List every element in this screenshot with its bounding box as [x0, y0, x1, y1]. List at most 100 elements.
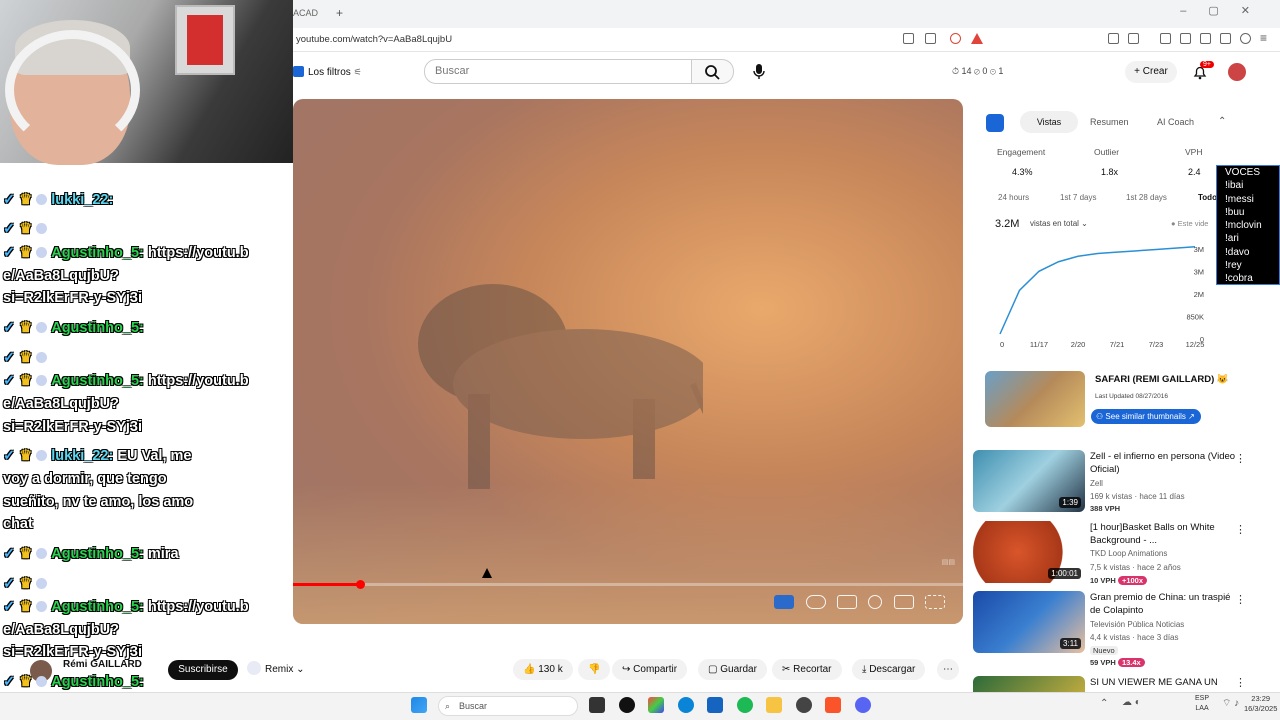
share-page-icon[interactable]: [925, 33, 936, 44]
video-player[interactable]: ▤▤: [293, 99, 963, 624]
wallet-icon[interactable]: [1200, 33, 1211, 44]
brave-rewards-icon[interactable]: [971, 33, 983, 44]
badge-icon: [36, 352, 48, 363]
cast-icon[interactable]: [903, 33, 914, 44]
network-volume-icon[interactable]: ⌔ ♪: [1222, 697, 1239, 710]
more-actions-button[interactable]: ⋯: [937, 659, 959, 680]
browser-tab[interactable]: ACAD: [293, 4, 333, 24]
discord-icon[interactable]: [855, 697, 871, 713]
subtitles-icon[interactable]: [836, 595, 857, 609]
verified-icon: ✓: [3, 320, 20, 336]
see-similar-thumbnails-button[interactable]: ⚇ See similar thumbnails ↗: [1091, 409, 1201, 424]
theater-mode-icon[interactable]: [893, 595, 914, 609]
recommendation-title[interactable]: Zell - el infierno en persona (Video Ofi…: [1090, 450, 1240, 476]
task-view-icon[interactable]: [589, 697, 605, 713]
filters-button[interactable]: Los filtros ⚟: [293, 64, 362, 80]
verified-icon: ✓: [3, 599, 20, 615]
recommendation-channel[interactable]: Televisión Pública Noticias: [1090, 620, 1184, 629]
save-button[interactable]: ▢ Guardar: [698, 659, 767, 680]
views-selector[interactable]: vistas en total ⌄: [1030, 219, 1088, 228]
search-input[interactable]: Buscar: [424, 59, 692, 84]
recommendation-thumbnail[interactable]: 1:00:01: [973, 521, 1085, 583]
recommendation-channel[interactable]: Zell: [1090, 479, 1103, 488]
search-button[interactable]: [692, 59, 734, 84]
video-scrubber[interactable]: [356, 580, 365, 589]
taskbar-search[interactable]: ⌕ Buscar: [438, 696, 578, 716]
more-options-icon[interactable]: ⋮: [1235, 452, 1246, 465]
range-28d[interactable]: 1st 28 days: [1126, 193, 1167, 202]
tab-resumen[interactable]: Resumen: [1090, 111, 1129, 133]
store-icon[interactable]: [707, 697, 723, 713]
account-avatar[interactable]: [1228, 63, 1246, 81]
player-controls[interactable]: [766, 595, 945, 612]
dislike-button[interactable]: 👎: [578, 659, 611, 680]
url-text[interactable]: youtube.com/watch?v=AaBa8LqujbU: [296, 34, 452, 45]
range-24h[interactable]: 24 hours: [998, 193, 1029, 202]
vidiq-stats[interactable]: ⏱ 14 ⊘ 0 ⊙ 1: [952, 66, 1003, 77]
app-icon[interactable]: [796, 697, 812, 713]
recommendation-title[interactable]: Gran premio de China: un traspié de Cola…: [1090, 591, 1240, 617]
window-controls[interactable]: –▢✕: [1180, 4, 1272, 17]
extension-icon[interactable]: [1128, 33, 1139, 44]
chat-text: https://youtu.b: [147, 373, 249, 389]
taskbar-clock[interactable]: 23:29 16/3/2025: [1244, 694, 1277, 714]
brave-icon[interactable]: [825, 697, 841, 713]
like-button[interactable]: 👍 130 k: [513, 659, 573, 680]
range-7d[interactable]: 1st 7 days: [1060, 193, 1096, 202]
chat-message: si=R2lkErFR-y-SYj3i: [3, 290, 143, 306]
recommendation-item[interactable]: 1:39 Zell - el infierno en persona (Vide…: [973, 450, 1273, 515]
obs-icon[interactable]: [619, 697, 635, 713]
recommendation-title[interactable]: [1 hour]Basket Balls on White Background…: [1090, 521, 1240, 547]
more-options-icon[interactable]: ⋮: [1235, 523, 1246, 536]
recommendation-item[interactable]: 3:11 Gran premio de China: un traspié de…: [973, 591, 1273, 667]
menu-icon[interactable]: ≡: [1260, 31, 1267, 45]
crown-icon: ♛: [19, 576, 37, 592]
download-button[interactable]: ⤓ Descargar: [852, 659, 926, 680]
vidiq-player-icon[interactable]: [774, 595, 795, 609]
badge-icon: [36, 450, 48, 461]
recommendation-meta: 7,5 k vistas · hace 2 años: [1090, 563, 1181, 572]
recommendation-item[interactable]: SI UN VIEWER ME GANA UN ⋮: [973, 676, 1273, 692]
create-button[interactable]: + Crear: [1125, 61, 1177, 83]
recommendation-meta: 4,4 k vistas · hace 3 días: [1090, 633, 1179, 642]
metric-label: VPH: [1185, 147, 1203, 157]
spotify-icon[interactable]: [737, 697, 753, 713]
recommendation-channel[interactable]: TKD Loop Animations: [1090, 549, 1167, 558]
collapse-chevron-icon[interactable]: ⌃: [1218, 116, 1226, 127]
safari-thumbnail[interactable]: [985, 371, 1085, 427]
extension-icon[interactable]: [1108, 33, 1119, 44]
sidebar-icon[interactable]: [1180, 33, 1191, 44]
range-all[interactable]: Todo: [1198, 193, 1217, 202]
more-options-icon[interactable]: ⋮: [1235, 676, 1246, 689]
autoplay-toggle[interactable]: [805, 595, 826, 609]
more-options-icon[interactable]: ⋮: [1235, 593, 1246, 606]
brave-shield-icon[interactable]: [950, 33, 961, 44]
recommendation-item[interactable]: 1:00:01 [1 hour]Basket Balls on White Ba…: [973, 521, 1273, 586]
recommendation-thumbnail[interactable]: [973, 676, 1085, 692]
fullscreen-icon[interactable]: [925, 595, 945, 609]
folder-icon[interactable]: [766, 697, 782, 713]
tab-vistas[interactable]: Vistas: [1020, 111, 1078, 133]
new-tab-button[interactable]: +: [336, 6, 343, 20]
language-indicator[interactable]: ESP LAA: [1195, 694, 1209, 714]
share-button[interactable]: ↪ Compartir: [612, 659, 688, 680]
settings-gear-icon[interactable]: [868, 595, 883, 609]
overlay-command: !messi: [1225, 193, 1254, 205]
vpn-icon[interactable]: [1240, 33, 1251, 44]
clip-button[interactable]: ✂ Recortar: [772, 659, 842, 680]
tray-chevron-icon[interactable]: ⌃: [1100, 698, 1108, 709]
voice-search-button[interactable]: [748, 60, 770, 82]
edge-icon[interactable]: [678, 697, 694, 713]
playlist-icon[interactable]: [1160, 33, 1171, 44]
video-progress-bar[interactable]: [293, 580, 963, 589]
recommendation-thumbnail[interactable]: 1:39: [973, 450, 1085, 512]
verified-icon: ✓: [3, 373, 20, 389]
recommendation-thumbnail[interactable]: 3:11: [973, 591, 1085, 653]
tab-ai-coach[interactable]: AI Coach: [1157, 111, 1194, 133]
chrome-icon[interactable]: [648, 697, 664, 713]
recommendation-title[interactable]: SI UN VIEWER ME GANA UN: [1090, 676, 1240, 689]
chat-username: lukki_22:: [51, 192, 114, 208]
windows-start-icon[interactable]: [411, 697, 427, 713]
tray-icons[interactable]: ☁ ◐: [1122, 697, 1141, 708]
ai-icon[interactable]: [1220, 33, 1231, 44]
